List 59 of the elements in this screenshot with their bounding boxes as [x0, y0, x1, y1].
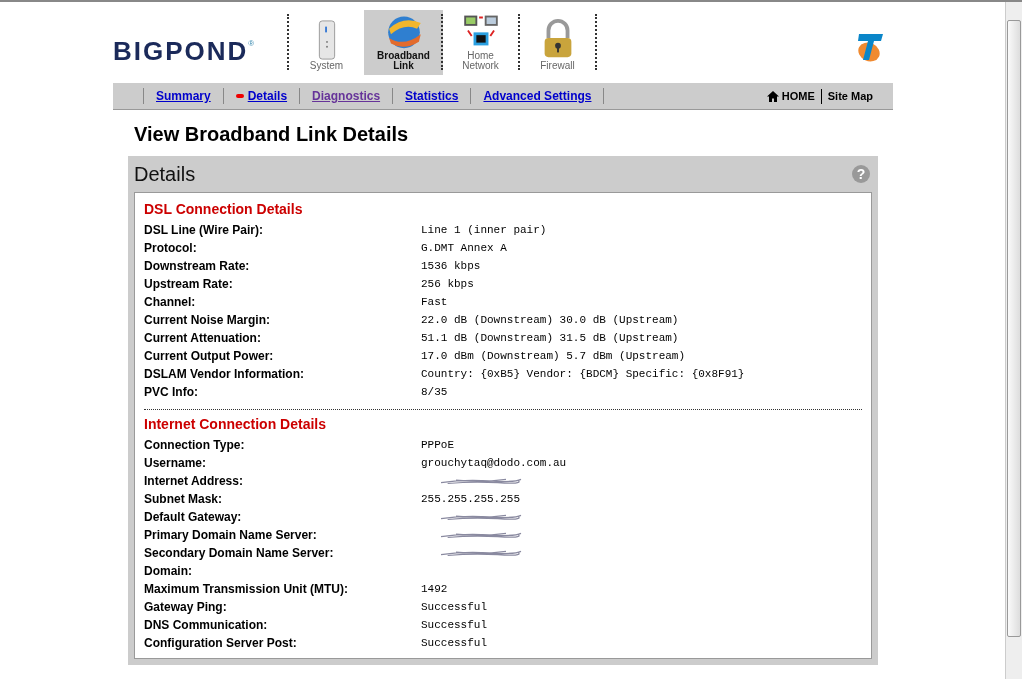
nav-tab[interactable]: Broadband Link [364, 10, 443, 75]
scrollbar[interactable] [1005, 2, 1022, 679]
field-label: Channel: [144, 295, 197, 309]
field-label: DSL Line (Wire Pair): [144, 223, 265, 237]
sub-nav-link[interactable]: Summary [156, 89, 211, 103]
field-value: 22.0 dB (Downstream) 30.0 dB (Upstream) [421, 314, 679, 326]
utility-link[interactable]: HOME [781, 90, 815, 102]
field-label: Current Attenuation: [144, 331, 262, 345]
section-heading: DSL Connection Details [144, 201, 304, 219]
page-title: View Broadband Link Details [134, 123, 410, 146]
field-value: 256 kbps [421, 278, 474, 290]
field-label: Current Noise Margin: [144, 313, 271, 327]
field-label: Downstream Rate: [144, 259, 251, 273]
field-value: grouchytaq@dodo.com.au [421, 457, 567, 469]
bigpond-logo: BIGPOND® [113, 36, 256, 67]
nav-tab[interactable]: Home Network [443, 10, 518, 75]
sub-nav-link[interactable]: Statistics [405, 89, 459, 103]
field-value: Line 1 (inner pair) [421, 224, 547, 236]
utility-link[interactable]: Site Map [827, 90, 873, 102]
field-label: Internet Address: [144, 474, 244, 488]
telstra-logo [855, 32, 885, 64]
field-value: 1492 [421, 583, 448, 595]
field-label: Domain: [144, 564, 193, 578]
sub-nav-link[interactable]: Details [247, 89, 288, 103]
panel-title: Details [134, 162, 196, 186]
field-value: 51.1 dB (Downstream) 31.5 dB (Upstream) [421, 332, 679, 344]
field-label: Current Output Power: [144, 349, 275, 363]
field-label: Primary Domain Name Server: [144, 528, 318, 542]
field-label: PVC Info: [144, 385, 199, 399]
field-label: Upstream Rate: [144, 277, 234, 291]
field-value: 1536 kbps [421, 260, 481, 272]
field-label: Gateway Ping: [144, 600, 228, 614]
field-value: PPPoE [421, 439, 454, 451]
field-label: Default Gateway: [144, 510, 243, 524]
field-value: G.DMT Annex A [421, 242, 507, 254]
scrollbar-thumb[interactable] [1007, 20, 1021, 637]
field-label: DSLAM Vendor Information: [144, 367, 305, 381]
sub-nav-link[interactable]: Advanced Settings [483, 89, 592, 103]
field-value: Successful [421, 619, 487, 631]
section-heading: Internet Connection Details [144, 416, 328, 434]
field-value: 255.255.255.255 [421, 493, 521, 505]
field-value: Successful [421, 637, 487, 649]
field-value: 17.0 dBm (Downstream) 5.7 dBm (Upstream) [421, 350, 686, 362]
field-label: Connection Type: [144, 438, 246, 452]
sub-nav-link[interactable]: Diagnostics [312, 89, 381, 103]
nav-tab[interactable]: System [289, 10, 364, 75]
field-label: Username: [144, 456, 208, 470]
field-value: Successful [421, 601, 487, 613]
field-label: DNS Communication: [144, 618, 269, 632]
nav-tab[interactable]: Firewall [520, 10, 595, 75]
home-icon [766, 90, 779, 102]
field-label: Configuration Server Post: [144, 636, 298, 650]
field-label: Protocol: [144, 241, 198, 255]
field-value: 8/35 [421, 386, 448, 398]
field-label: Maximum Transmission Unit (MTU): [144, 582, 350, 596]
field-value: Country: {0xB5} Vendor: {BDCM} Specific: {0x8F91} [421, 368, 745, 380]
field-label: Subnet Mask: [144, 492, 223, 506]
field-value: Fast [421, 296, 448, 308]
field-label: Secondary Domain Name Server: [144, 546, 335, 560]
